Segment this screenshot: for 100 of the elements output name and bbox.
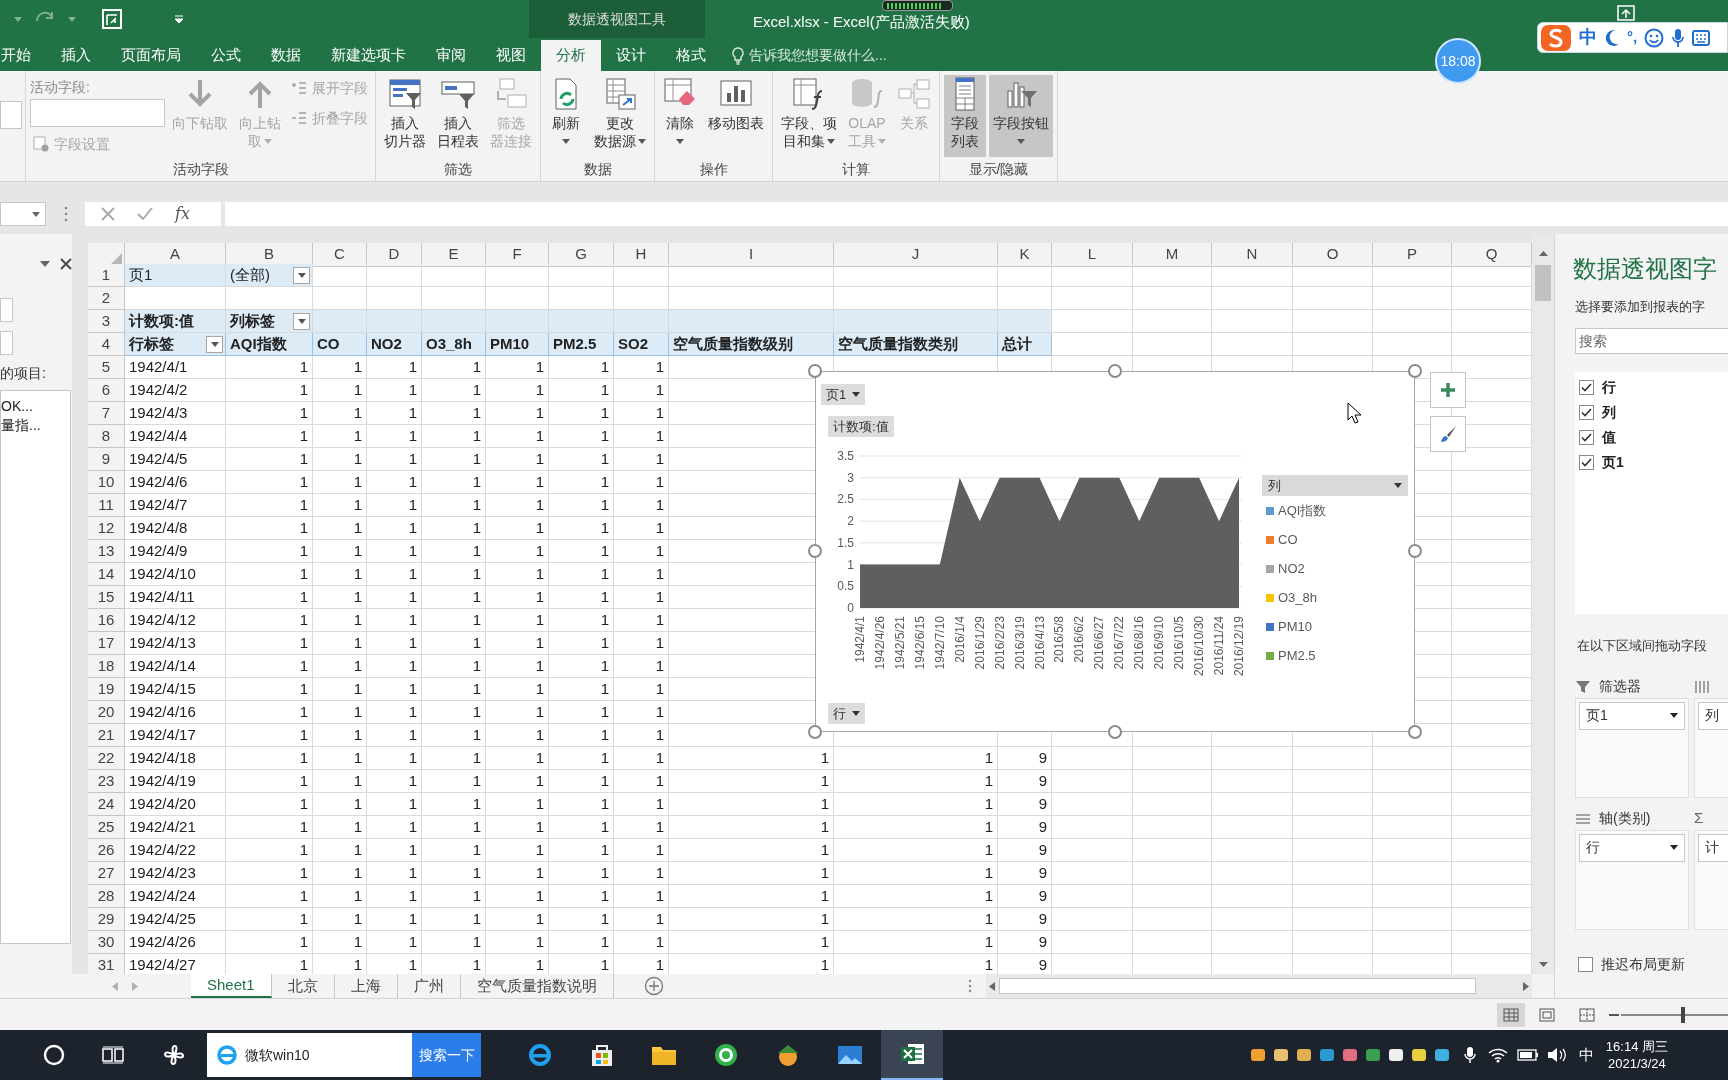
row-header[interactable]: 12 [88, 517, 125, 540]
ribbon-tab[interactable]: 开始 [0, 40, 46, 71]
moon-icon[interactable] [1604, 28, 1620, 47]
ribbon-button[interactable]: 移动图表 [704, 75, 768, 157]
taskbar-time[interactable]: 16:14 周三 [1605, 1038, 1668, 1055]
scroll-left-icon[interactable] [989, 981, 995, 991]
battery-icon[interactable] [1516, 1049, 1539, 1061]
active-field-input[interactable] [30, 99, 165, 127]
ime-mode-indicator[interactable]: 中 [1579, 24, 1597, 51]
customize-toolbar-icon[interactable] [174, 15, 184, 23]
circle-icon[interactable] [43, 1044, 65, 1066]
tray-app-icon[interactable] [1272, 1047, 1289, 1063]
row-header[interactable]: 27 [88, 862, 125, 885]
column-header[interactable]: L [1052, 243, 1133, 267]
row-header[interactable]: 7 [88, 402, 125, 425]
chart-field-button[interactable]: 计数项:值 [828, 416, 894, 437]
page-layout-icon[interactable] [1539, 1007, 1555, 1022]
column-header[interactable]: J [834, 243, 998, 267]
ribbon-tab[interactable]: 视图 [481, 40, 541, 71]
taskbar-date[interactable]: 2021/3/24 [1608, 1055, 1666, 1072]
tray-app-icon[interactable] [1249, 1047, 1266, 1063]
tell-me-field[interactable]: 告诉我您想要做什么... [749, 45, 929, 66]
ribbon-button[interactable]: 刷新 [545, 75, 587, 157]
tray-app-icon[interactable] [1433, 1047, 1450, 1063]
checkbox[interactable] [1579, 380, 1594, 395]
column-header[interactable]: K [998, 243, 1052, 267]
row-header[interactable]: 22 [88, 747, 125, 770]
grip-icon[interactable] [968, 979, 972, 993]
row-header[interactable]: 24 [88, 793, 125, 816]
column-header[interactable]: Q [1452, 243, 1532, 267]
area-field-dropdown[interactable]: 页1 [1579, 701, 1685, 730]
ribbon-tab[interactable]: 数据 [256, 40, 316, 71]
keyboard-icon[interactable] [1692, 29, 1711, 46]
row-header[interactable]: 18 [88, 655, 125, 678]
pivot-table-icon[interactable] [102, 9, 122, 29]
row-header[interactable]: 5 [88, 356, 125, 379]
row-header[interactable]: 4 [88, 333, 125, 356]
chart-styles-button[interactable] [1430, 416, 1466, 452]
row-header[interactable]: 16 [88, 609, 125, 632]
column-header[interactable]: F [486, 243, 549, 267]
column-header[interactable]: D [367, 243, 422, 267]
chart-field-button[interactable]: 行 [828, 703, 865, 724]
taskbar-button[interactable] [881, 1030, 943, 1080]
tray-app-icon[interactable] [1410, 1047, 1427, 1063]
column-header[interactable]: A [125, 243, 226, 267]
row-header[interactable]: 3 [88, 310, 125, 333]
row-header[interactable]: 10 [88, 471, 125, 494]
chart-elements-button[interactable] [1430, 372, 1466, 408]
search-field[interactable]: 搜索 [1575, 328, 1728, 354]
row-header[interactable]: 8 [88, 425, 125, 448]
row-header[interactable]: 25 [88, 816, 125, 839]
column-header[interactable]: N [1212, 243, 1293, 267]
ribbon-button[interactable]: 字段 列表 [944, 75, 986, 157]
slider-thumb[interactable] [1680, 1006, 1685, 1023]
input-field[interactable] [0, 298, 13, 322]
column-header[interactable]: P [1373, 243, 1452, 267]
checkbox[interactable] [1579, 430, 1594, 445]
checkbox[interactable] [1579, 405, 1594, 420]
row-header[interactable]: 17 [88, 632, 125, 655]
field-list-item[interactable]: OK... [1, 397, 70, 416]
row-header[interactable]: 20 [88, 701, 125, 724]
tray-app-icon[interactable] [1387, 1047, 1404, 1063]
filter-dropdown-button[interactable] [293, 266, 310, 284]
ribbon-tab[interactable]: 新建选项卡 [316, 40, 421, 71]
ribbon-tab[interactable]: 格式 [661, 40, 721, 71]
row-header[interactable]: 19 [88, 678, 125, 701]
ribbon-button[interactable]: 插入 日程表 [433, 75, 483, 157]
column-header[interactable]: M [1133, 243, 1212, 267]
smiley-icon[interactable] [1644, 27, 1665, 48]
wifi-icon[interactable] [1487, 1047, 1508, 1063]
close-icon[interactable] [60, 258, 72, 270]
row-header[interactable]: 9 [88, 448, 125, 471]
search-field[interactable]: 微软win10 [245, 1044, 395, 1066]
input-field[interactable] [0, 101, 22, 129]
caret-icon[interactable] [40, 261, 50, 267]
ribbon-button[interactable]: 清除 [659, 75, 701, 157]
column-header[interactable]: B [226, 243, 313, 267]
zoom-out-icon[interactable] [1609, 1013, 1619, 1016]
ribbon-tab[interactable]: 审阅 [421, 40, 481, 71]
column-header[interactable]: C [313, 243, 367, 267]
scroll-right-icon[interactable] [1523, 981, 1529, 991]
column-header[interactable]: O [1293, 243, 1373, 267]
ribbon-tab[interactable]: 分析 [541, 40, 601, 71]
checkbox[interactable] [1579, 455, 1594, 470]
ribbon-button[interactable]: 字段按钮 [989, 75, 1053, 157]
row-header[interactable]: 11 [88, 494, 125, 517]
ribbon-tab[interactable]: 插入 [46, 40, 106, 71]
add-sheet-icon[interactable] [643, 976, 664, 996]
area-field-dropdown[interactable]: 行 [1579, 833, 1685, 862]
ribbon-display-icon[interactable] [1617, 5, 1635, 21]
ribbon-tab[interactable]: 设计 [601, 40, 661, 71]
ribbon-tab[interactable]: 公式 [196, 40, 256, 71]
ribbon-tab[interactable]: 页面布局 [106, 40, 196, 71]
ribbon-button[interactable]: 字段、项 目和集 [777, 75, 841, 157]
scrollbar-thumb[interactable] [999, 978, 1476, 994]
normal-view-button[interactable] [1497, 1002, 1525, 1027]
row-header[interactable]: 13 [88, 540, 125, 563]
search-button[interactable]: 搜索一下 [412, 1033, 481, 1077]
column-header[interactable]: G [549, 243, 614, 267]
filter-dropdown-button[interactable] [206, 335, 223, 353]
